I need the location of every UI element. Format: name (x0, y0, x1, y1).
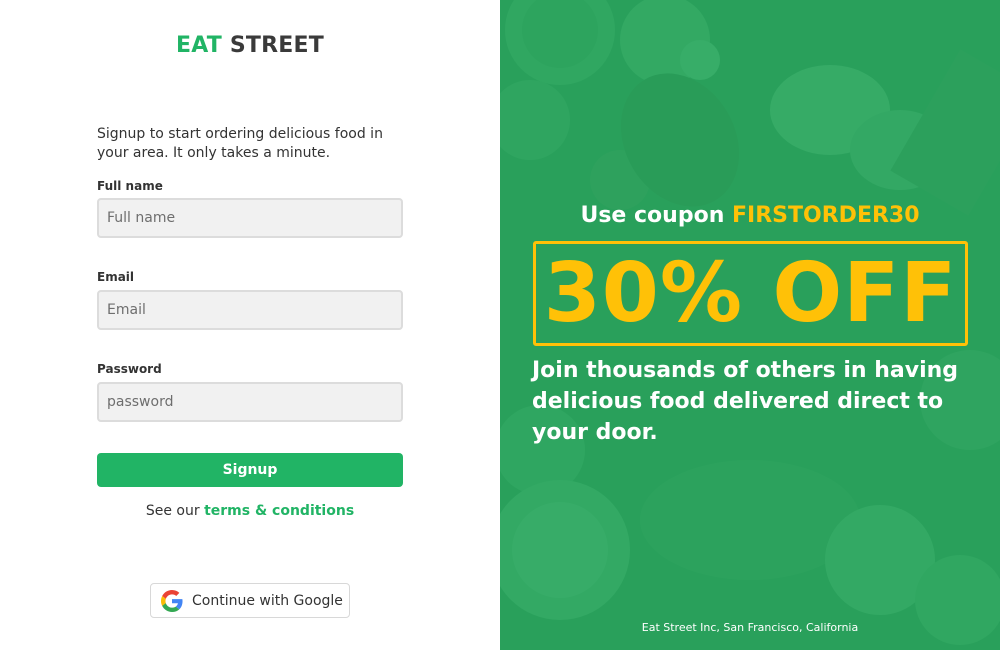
terms-link[interactable]: terms & conditions (204, 503, 354, 519)
offer-box: 30% OFF (533, 241, 968, 346)
coupon-line: Use coupon FIRSTORDER30 (500, 203, 1000, 228)
signup-panel: EAT STREET Signup to start ordering deli… (0, 0, 500, 650)
terms-prefix: See our (145, 503, 200, 519)
email-input[interactable] (97, 290, 403, 330)
brand-logo[interactable]: EAT STREET (0, 33, 500, 58)
full-name-input[interactable] (97, 198, 403, 238)
brand-logo-part1: EAT (176, 33, 223, 58)
promo-panel: Use coupon FIRSTORDER30 30% OFF Join tho… (500, 0, 1000, 650)
brand-logo-part2: STREET (229, 33, 324, 58)
signup-page: EAT STREET Signup to start ordering deli… (0, 0, 1000, 650)
offer-text: 30% OFF (543, 245, 958, 341)
google-signin-label: Continue with Google (192, 592, 343, 609)
promo-tagline: Join thousands of others in having delic… (532, 358, 959, 445)
coupon-code: FIRSTORDER30 (732, 203, 920, 228)
full-name-label: Full name (97, 179, 163, 193)
google-g-icon (161, 589, 183, 612)
coupon-prefix: Use coupon (580, 203, 725, 228)
password-input[interactable] (97, 382, 403, 422)
email-label: Email (97, 270, 135, 284)
intro-text: Signup to start ordering delicious food … (97, 126, 383, 161)
terms-text: See our terms & conditions (0, 503, 500, 519)
company-footer: Eat Street Inc, San Francisco, Californi… (641, 621, 859, 634)
signup-button[interactable]: Signup (97, 453, 403, 487)
password-label: Password (97, 362, 162, 376)
google-signin-button[interactable]: Continue with Google (150, 583, 350, 618)
